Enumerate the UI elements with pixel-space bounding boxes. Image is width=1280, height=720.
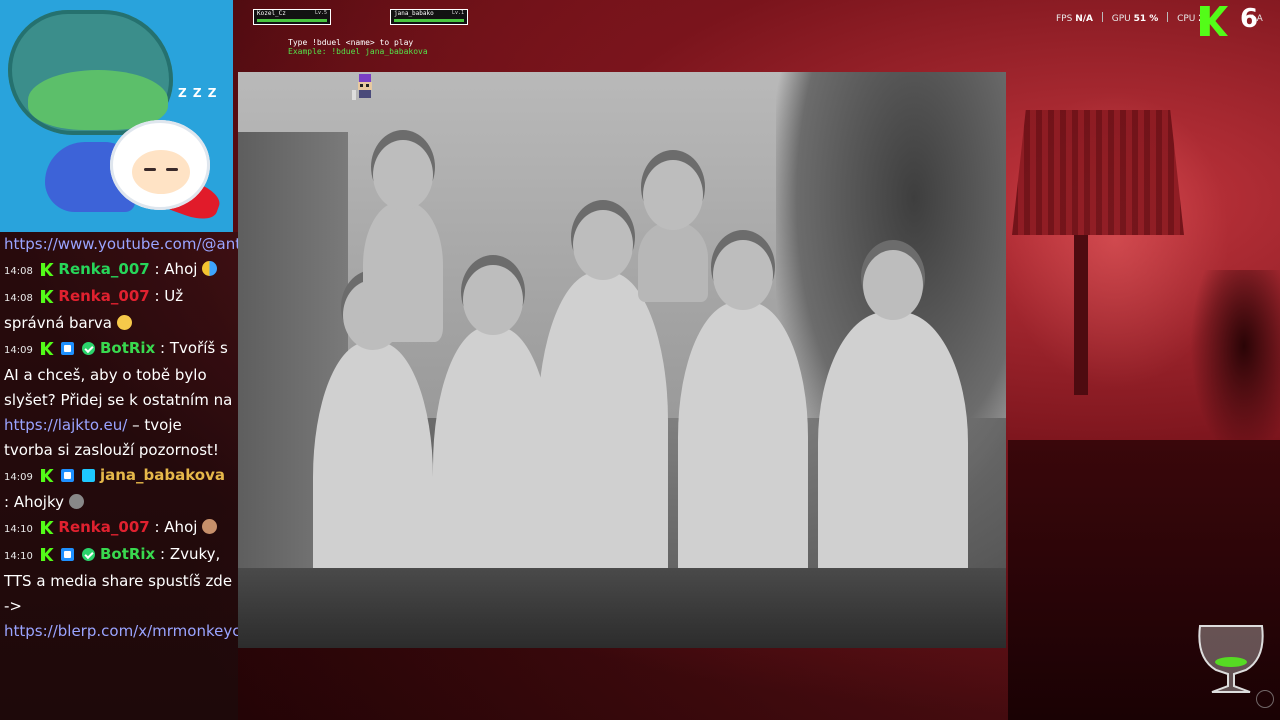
child-head — [713, 240, 773, 310]
chat-message: 14:09 BotRix : Tvoříš s AI a chceš, aby … — [4, 339, 233, 459]
verified-badge-icon — [82, 342, 96, 355]
child-figure — [638, 160, 708, 302]
child-figure — [363, 140, 443, 342]
chat-timestamp: 14:09 — [4, 345, 33, 356]
bot-badge-icon — [61, 469, 75, 482]
chat-message: 14:08 Renka_007 : Už správná barva — [4, 287, 184, 332]
child-head — [373, 140, 433, 210]
chat-panel: https://www.youtube.com/@antitiktokercz … — [0, 232, 238, 720]
chat-message: 14:09 jana_babakova : Ahojky — [4, 466, 226, 511]
duel-instruction-line: Type !bduel <name> to play — [288, 38, 414, 47]
sleeping-sheep-avatar — [110, 120, 210, 210]
sleep-zzz: Z Z Z — [178, 86, 218, 100]
chat-message: 14:10 Renka_007 : Ahoj — [0, 515, 238, 542]
chat-link[interactable]: https://www.youtube.com/@antitiktokercz — [4, 235, 238, 253]
chat-message: 14:10 BotRix : Zvuky, TTS a media share … — [0, 542, 238, 644]
bot-badge-icon — [61, 342, 75, 355]
player1-healthbar: Kozel_Cz Lv.5 — [253, 9, 331, 25]
chat-message: https://www.youtube.com/@antitiktokercz — [0, 232, 238, 257]
chat-username[interactable]: Renka_007 — [58, 287, 149, 305]
chat-username[interactable]: Renka_007 — [58, 260, 149, 278]
lamp-stem — [1074, 235, 1088, 395]
duel-character-sprite — [352, 74, 372, 100]
fps-label: FPS — [1056, 14, 1073, 24]
player2-level: Lv.1 — [451, 10, 464, 16]
bot-badge-icon — [61, 548, 75, 561]
sheep-eye — [144, 168, 156, 171]
kick-badge-icon — [40, 263, 54, 276]
player1-name: Kozel_Cz — [257, 10, 286, 17]
child-figure — [818, 250, 968, 602]
sheep-eye — [166, 168, 178, 171]
chat-username[interactable]: jana_babakova — [100, 466, 225, 484]
chat-link[interactable]: https://lajkto.eu/ — [4, 416, 127, 434]
kick-badge-icon — [40, 469, 54, 482]
chat-username[interactable]: BotRix — [100, 339, 155, 357]
stat-divider — [1101, 12, 1103, 22]
child-head — [643, 160, 703, 230]
child-figure — [678, 240, 808, 602]
subscriber-badge-icon — [82, 469, 96, 482]
player1-level: Lv.5 — [314, 10, 327, 16]
chat-timestamp: 14:10 — [4, 524, 33, 535]
lamp-shade — [1012, 110, 1184, 235]
heart-emoji-icon — [202, 261, 218, 276]
chat-username[interactable]: Renka_007 — [58, 518, 149, 536]
gpu-value: 51 % — [1133, 14, 1159, 24]
webcam-overlay: Z Z Z — [0, 0, 233, 232]
duel-instructions: Type !bduel <name> to play Example: !bdu… — [288, 38, 428, 56]
chat-text: Ahoj — [164, 260, 198, 278]
child-head — [863, 250, 923, 320]
dream-cloud — [8, 10, 173, 135]
chat-timestamp: 14:09 — [4, 472, 33, 483]
player1-hp-fill — [257, 19, 327, 22]
kick-badge-icon — [40, 290, 54, 303]
stat-divider — [1167, 12, 1169, 22]
kick-badge-icon — [40, 521, 54, 534]
chat-text: Ahoj — [164, 518, 198, 536]
viewer-count: 6 — [1240, 4, 1259, 34]
child-head — [573, 210, 633, 280]
player2-hp-fill — [394, 19, 464, 22]
fps-value: N/A — [1075, 14, 1093, 24]
child-figure — [538, 210, 668, 602]
cpu-label: CPU — [1177, 14, 1196, 24]
vintage-photo — [238, 72, 1006, 648]
duel-example-line: Example: !bduel jana_babakova — [288, 47, 428, 56]
chat-timestamp: 14:08 — [4, 293, 33, 304]
plant-shadow — [1190, 270, 1280, 460]
player2-healthbar: jana_babako Lv.1 — [390, 9, 468, 25]
watermark-icon — [1256, 690, 1274, 708]
verified-badge-icon — [82, 548, 96, 561]
kick-badge-icon — [40, 548, 54, 561]
photo-ground — [238, 568, 1006, 648]
emote-icon — [68, 494, 84, 509]
sheep-face — [132, 150, 190, 194]
kick-badge-icon — [40, 342, 54, 355]
grin-emoji-icon — [116, 315, 132, 330]
chat-timestamp: 14:10 — [4, 551, 33, 562]
gpu-label: GPU — [1111, 14, 1131, 24]
child-head — [463, 265, 523, 335]
chat-link[interactable]: https://blerp.com/x/mrmonkeycz — [4, 622, 238, 640]
portrait-emote-icon — [202, 519, 218, 534]
chat-username[interactable]: BotRix — [100, 545, 155, 563]
performance-stats: FPS N/A GPU 51 % CPU 2 LA — [1056, 12, 1263, 24]
chat-message: 14:08 Renka_007 : Ahoj — [0, 257, 238, 284]
chat-text: Ahojky — [13, 493, 64, 511]
brandy-glass-icon — [1198, 625, 1264, 693]
player2-name: jana_babako — [394, 10, 434, 17]
chat-timestamp: 14:08 — [4, 266, 33, 277]
